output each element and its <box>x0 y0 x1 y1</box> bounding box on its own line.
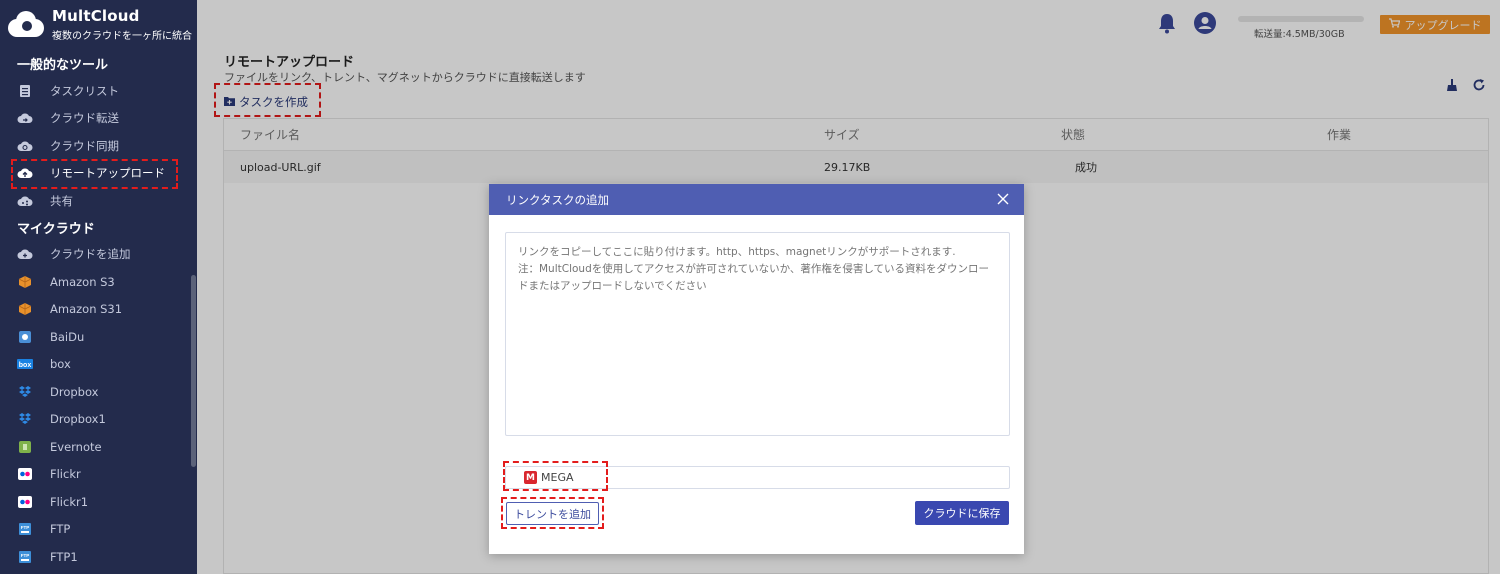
sidebar-item-label: BaiDu <box>50 329 85 344</box>
sidebar-item-label: Amazon S31 <box>50 302 123 317</box>
sidebar-item-label: クラウド同期 <box>50 138 119 153</box>
sidebar-item-label: box <box>50 357 71 372</box>
add-cloud-icon <box>17 246 33 262</box>
sidebar-item-ftp[interactable]: FTP FTP <box>0 516 197 544</box>
dialog-title: リンクタスクの追加 <box>506 192 610 207</box>
sidebar-item-label: Dropbox <box>50 384 99 399</box>
sidebar-item-label: 共有 <box>50 193 73 208</box>
sidebar-item-box[interactable]: box box <box>0 351 197 379</box>
dropbox-icon <box>17 384 33 400</box>
sidebar-item-share[interactable]: 共有 <box>0 187 197 215</box>
link-input[interactable] <box>505 232 1010 436</box>
close-icon[interactable] <box>996 192 1010 206</box>
my-cloud-title: マイクラウド <box>17 221 95 237</box>
highlight-destination <box>503 461 608 491</box>
remote-upload-icon <box>17 165 33 181</box>
save-to-cloud-button[interactable]: クラウドに保存 <box>915 501 1009 525</box>
sidebar-item-cloud-transfer[interactable]: クラウド転送 <box>0 105 197 133</box>
logo[interactable]: MultCloud 複数のクラウドを一ヶ所に統合 <box>0 0 197 48</box>
sidebar-item-flickr1[interactable]: Flickr1 <box>0 488 197 516</box>
baidu-icon <box>17 329 33 345</box>
sidebar-item-label: Flickr <box>50 467 81 482</box>
add-link-task-dialog: リンクタスクの追加 M MEGA トレントを追加 クラウドに保存 <box>489 184 1024 554</box>
amazon-s3-icon <box>17 274 33 290</box>
sidebar-item-label: クラウド転送 <box>50 111 119 126</box>
sidebar-item-remote-upload[interactable]: リモートアップロード <box>0 160 197 188</box>
cloud-sync-icon <box>17 138 33 154</box>
flickr-icon <box>17 466 33 482</box>
ftp-icon: FTP <box>17 549 33 565</box>
dialog-header: リンクタスクの追加 <box>489 184 1024 215</box>
svg-text:FTP: FTP <box>21 525 30 530</box>
task-list-icon <box>17 83 33 99</box>
flickr-icon <box>17 494 33 510</box>
sidebar-item-flickr[interactable]: Flickr <box>0 461 197 489</box>
app-tagline: 複数のクラウドを一ヶ所に統合 <box>52 30 192 42</box>
sidebar-item-evernote[interactable]: Evernote <box>0 433 197 461</box>
highlight-add-torrent <box>501 497 604 529</box>
sidebar-scrollbar[interactable] <box>191 275 196 467</box>
sidebar-item-label: FTP1 <box>50 549 78 564</box>
sidebar-item-label: Amazon S3 <box>50 274 115 289</box>
dropbox-icon <box>17 411 33 427</box>
sidebar-item-add-cloud[interactable]: クラウドを追加 <box>0 241 197 269</box>
sidebar-item-dropbox1[interactable]: Dropbox1 <box>0 406 197 434</box>
sidebar-item-label: Flickr1 <box>50 494 89 509</box>
sidebar-item-ftp1[interactable]: FTP FTP1 <box>0 543 197 571</box>
sidebar-item-label: FTP <box>50 522 71 537</box>
sidebar-item-dropbox[interactable]: Dropbox <box>0 378 197 406</box>
sidebar-item-label: Dropbox1 <box>50 412 106 427</box>
sidebar-item-label: リモートアップロード <box>50 166 165 181</box>
cloud-transfer-icon <box>17 110 33 126</box>
ftp-icon: FTP <box>17 521 33 537</box>
app-name: MultCloud <box>52 6 140 25</box>
svg-text:box: box <box>19 362 32 369</box>
sidebar-item-amazon-s31[interactable]: Amazon S31 <box>0 296 197 324</box>
sidebar-item-label: タスクリスト <box>50 83 119 98</box>
sidebar-item-label: クラウドを追加 <box>50 247 131 262</box>
evernote-icon <box>17 439 33 455</box>
sidebar-item-amazon-s3[interactable]: Amazon S3 <box>0 268 197 296</box>
box-icon: box <box>17 356 33 372</box>
amazon-s3-icon <box>17 301 33 317</box>
multcloud-logo-icon <box>6 9 46 39</box>
sidebar: MultCloud 複数のクラウドを一ヶ所に統合 一般的なツール タスクリスト … <box>0 0 197 574</box>
sidebar-item-baidu[interactable]: BaiDu <box>0 323 197 351</box>
general-tools-title: 一般的なツール <box>17 58 109 73</box>
svg-text:FTP: FTP <box>21 553 30 558</box>
sidebar-item-cloud-sync[interactable]: クラウド同期 <box>0 132 197 160</box>
sidebar-item-label: Evernote <box>50 439 102 454</box>
sidebar-item-task-list[interactable]: タスクリスト <box>0 77 197 105</box>
share-icon <box>17 193 33 209</box>
